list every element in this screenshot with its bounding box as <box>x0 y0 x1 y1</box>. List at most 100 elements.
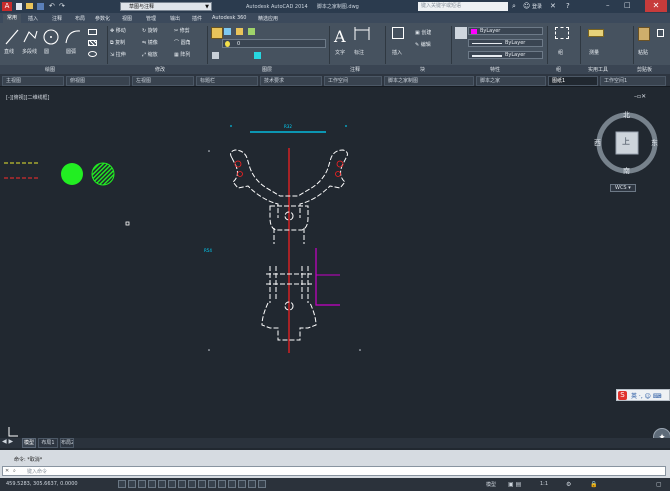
fillet-button[interactable]: ⌒ 圆角 <box>174 39 204 46</box>
quick-properties-toggle[interactable] <box>238 480 246 488</box>
transparency-toggle[interactable] <box>228 480 236 488</box>
close-button[interactable]: ✕ <box>645 0 667 12</box>
insert-block-button[interactable]: 插入 <box>389 27 409 61</box>
linetype-dropdown[interactable]: ByLayer <box>468 39 543 47</box>
model-space-label[interactable]: 模型 <box>486 481 496 488</box>
layout-tab-model[interactable]: 模型 <box>22 438 36 448</box>
measure-button[interactable]: 测量 <box>585 27 611 61</box>
create-block-button[interactable]: ▣ 创建 <box>415 29 431 36</box>
annotation-scale[interactable]: 1:1 <box>540 481 548 487</box>
viewcube-west[interactable]: 西 <box>594 138 601 148</box>
dyn-toggle[interactable] <box>208 480 216 488</box>
file-tab[interactable]: 工作空间 <box>324 76 382 86</box>
layout-tab-1[interactable]: 布局1 <box>38 438 58 448</box>
file-tab[interactable]: 主视图 <box>2 76 64 86</box>
workspace-dropdown[interactable]: 草图与注释 ▼ <box>120 2 212 11</box>
redo-icon[interactable]: ↷ <box>59 3 65 10</box>
search-input[interactable]: 键入关键字或短语 <box>418 2 508 11</box>
tab-autodesk360[interactable]: Autodesk 360 <box>212 15 247 21</box>
dimension-button[interactable]: 标注 <box>354 27 380 61</box>
edit-block-button[interactable]: ✎ 编辑 <box>415 41 431 48</box>
rotate-button[interactable]: ↻ 旋转 <box>142 27 172 34</box>
file-tab[interactable]: 技术要求 <box>260 76 322 86</box>
app-menu-icon[interactable]: A <box>2 2 12 11</box>
stretch-button[interactable]: ⇲ 拉伸 <box>110 51 140 58</box>
polar-toggle[interactable] <box>158 480 166 488</box>
panel-title-modify[interactable]: 修改 <box>155 66 165 73</box>
file-tab-active[interactable]: 图纸1 <box>548 76 598 86</box>
panel-title-clipboard[interactable]: 剪贴板 <box>637 66 652 73</box>
customize-command-icon[interactable]: ⌕ <box>13 468 16 474</box>
infer-constraints-toggle[interactable] <box>118 480 126 488</box>
tab-view[interactable]: 视图 <box>122 15 132 22</box>
quick-access-toolbar[interactable]: ↶ ↷ <box>16 3 116 10</box>
minimize-button[interactable]: – <box>606 1 610 9</box>
coordinates-readout[interactable]: 459.5283, 305.6637, 0.0000 <box>6 481 78 487</box>
paste-button[interactable]: 粘贴 <box>636 27 654 61</box>
array-button[interactable]: ▦ 阵列 <box>174 51 204 58</box>
drawing-canvas[interactable]: [-][俯视][二维线框] –▫✕ R32 R54 上 北 南 东 西 WCS … <box>0 88 670 446</box>
layer-cyan-icon[interactable] <box>254 52 261 59</box>
tab-insert[interactable]: 插入 <box>28 15 38 22</box>
scale-button[interactable]: ⤢ 缩放 <box>142 51 172 58</box>
tab-home[interactable]: 常用 <box>3 14 21 23</box>
mirror-button[interactable]: ⇋ 镜像 <box>142 39 172 46</box>
new-icon[interactable] <box>16 3 22 10</box>
wcs-menu[interactable]: WCS ▾ <box>610 184 636 192</box>
panel-title-draw[interactable]: 绘图 <box>45 66 55 73</box>
workspace-switch-icon[interactable]: ⚙ <box>566 481 571 488</box>
panel-title-utilities[interactable]: 实用工具 <box>588 66 608 73</box>
open-icon[interactable] <box>26 3 33 9</box>
close-command-icon[interactable]: ✕ <box>5 468 9 474</box>
ducs-toggle[interactable] <box>198 480 206 488</box>
match-properties-button[interactable] <box>455 27 467 39</box>
otrack-toggle[interactable] <box>188 480 196 488</box>
file-tab[interactable]: 标题栏 <box>196 76 258 86</box>
layer-dropdown[interactable]: 0 <box>222 39 326 48</box>
line-button[interactable]: 直线 <box>4 28 20 58</box>
grid-toggle[interactable] <box>138 480 146 488</box>
save-icon[interactable] <box>37 3 44 10</box>
file-tab[interactable]: 脚本之家 <box>476 76 546 86</box>
undo-icon[interactable]: ↶ <box>49 3 55 10</box>
search-icon[interactable]: ⌕ <box>512 2 516 11</box>
osnap-toggle[interactable] <box>168 480 176 488</box>
layer-lock-icon[interactable] <box>236 28 243 35</box>
viewcube-east[interactable]: 东 <box>651 138 658 148</box>
tab-plugins[interactable]: 插件 <box>192 15 202 22</box>
file-tab[interactable]: 工作空间1 <box>600 76 666 86</box>
annotation-monitor-toggle[interactable] <box>258 480 266 488</box>
snap-toggle[interactable] <box>128 480 136 488</box>
3dosnap-toggle[interactable] <box>178 480 186 488</box>
panel-title-layers[interactable]: 图层 <box>262 66 272 73</box>
exchange-icon[interactable]: ✕ <box>550 2 556 10</box>
sign-in-label[interactable]: 登录 <box>532 3 542 10</box>
viewcube[interactable]: 上 北 南 东 西 <box>594 110 660 176</box>
tab-manage[interactable]: 管理 <box>146 15 156 22</box>
lock-icon[interactable]: 🔒 <box>590 481 597 488</box>
copy-clip-icon[interactable] <box>657 29 664 37</box>
panel-title-groups[interactable]: 组 <box>556 66 561 73</box>
quick-view-icon[interactable]: ▣ ▤ <box>508 481 521 488</box>
text-button[interactable]: A 文字 <box>333 27 351 61</box>
lineweight-toggle[interactable] <box>218 480 226 488</box>
file-tab[interactable]: 俯视图 <box>66 76 130 86</box>
user-icon[interactable]: ☺ <box>523 2 530 10</box>
arc-button[interactable]: 圆弧 <box>64 28 82 58</box>
group-button[interactable]: 组 <box>551 27 575 61</box>
viewcube-north[interactable]: 北 <box>623 110 630 120</box>
layer-isolate-icon[interactable] <box>248 28 255 35</box>
ime-toolbar[interactable]: S 英 ·, ☺ ⌨ <box>616 389 670 401</box>
hatch-icon[interactable] <box>88 40 97 46</box>
layout-tab-2[interactable]: 布局2 <box>60 438 74 448</box>
copy-button[interactable]: ⧉ 复制 <box>110 39 140 46</box>
trim-button[interactable]: ✂ 修剪 <box>174 27 204 34</box>
ellipse-icon[interactable] <box>88 51 97 57</box>
rectangle-icon[interactable] <box>88 29 97 35</box>
draw-small-tools[interactable] <box>86 27 106 61</box>
clean-screen-icon[interactable]: ▢ <box>656 481 662 488</box>
tab-output[interactable]: 输出 <box>170 15 180 22</box>
match-layer-icon[interactable] <box>212 52 219 59</box>
help-icon[interactable]: ? <box>566 2 570 10</box>
panel-title-annotation[interactable]: 注释 <box>350 66 360 73</box>
